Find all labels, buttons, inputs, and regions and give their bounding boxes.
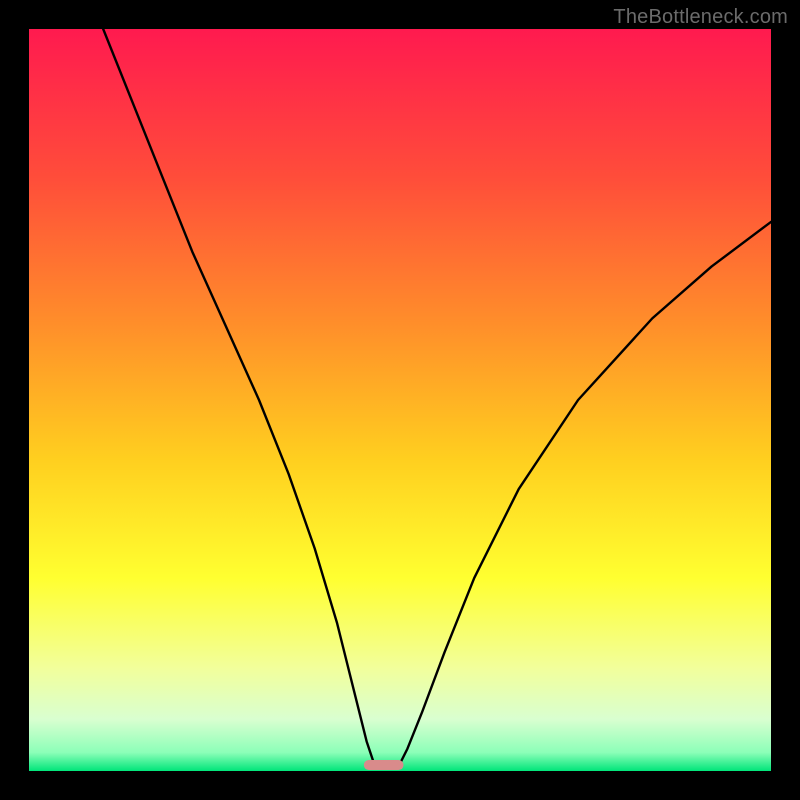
gradient-background <box>29 29 771 771</box>
chart-frame: TheBottleneck.com <box>0 0 800 800</box>
watermark-text: TheBottleneck.com <box>613 6 788 29</box>
plot-area <box>29 29 771 771</box>
bottleneck-curve-chart <box>29 29 771 771</box>
